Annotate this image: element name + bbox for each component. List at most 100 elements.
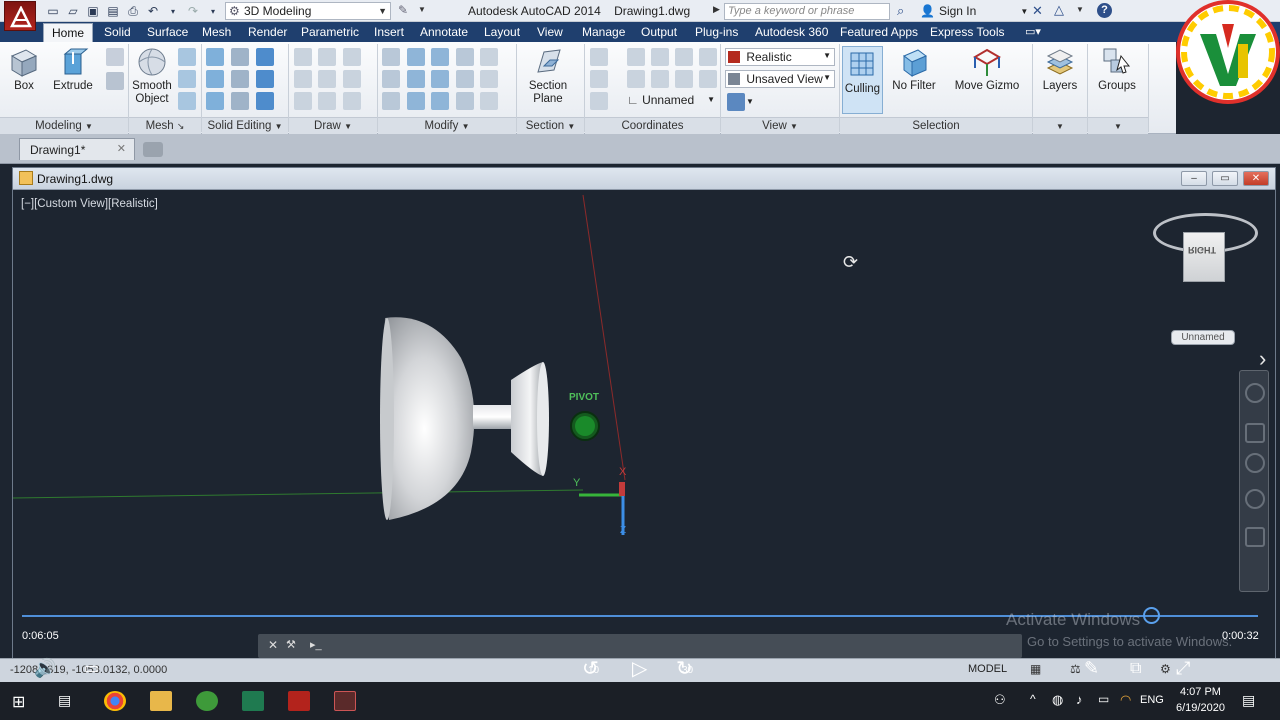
tab-output[interactable]: Output: [641, 25, 677, 39]
steering-wheel-icon[interactable]: [1245, 383, 1265, 403]
panel-title-view[interactable]: View ▼: [721, 117, 839, 134]
autocad-taskbar-icon[interactable]: [288, 691, 310, 711]
box-button[interactable]: Box: [6, 46, 42, 93]
binoculars-icon[interactable]: ⌕: [897, 3, 904, 19]
mesh-smooth-more-icon[interactable]: [178, 48, 196, 66]
tab-plug-ins[interactable]: Plug-ins: [695, 25, 738, 39]
undo-icon[interactable]: ↶: [145, 3, 161, 19]
rotate-icon[interactable]: [431, 70, 449, 88]
circle-icon[interactable]: [343, 70, 361, 88]
ucs-previous-icon[interactable]: [627, 70, 645, 88]
ucs-view-icon[interactable]: [590, 70, 608, 88]
layout-icon[interactable]: ▦: [1030, 662, 1041, 676]
gear-icon[interactable]: ⚙: [1160, 662, 1171, 676]
ucs-icon[interactable]: [590, 48, 608, 66]
video-progress-handle[interactable]: [1143, 607, 1160, 624]
visual-style-dropdown[interactable]: Realistic ▼: [725, 48, 835, 66]
culling-button[interactable]: Culling: [842, 46, 883, 114]
subtract-icon[interactable]: [206, 70, 224, 88]
extrude-faces-icon[interactable]: [256, 70, 274, 88]
match-properties-icon[interactable]: [382, 92, 400, 110]
stay-connected-icon[interactable]: △: [1054, 2, 1064, 18]
tab-home[interactable]: Home: [43, 23, 94, 42]
tab-render[interactable]: Render: [248, 25, 287, 39]
ucs-x-icon[interactable]: [651, 48, 669, 66]
line-icon[interactable]: [318, 70, 336, 88]
chevron-down-icon[interactable]: ▼: [746, 97, 754, 106]
ucs-z-icon[interactable]: [699, 48, 717, 66]
showmotion-icon[interactable]: [1245, 527, 1265, 547]
groups-button[interactable]: Groups: [1094, 46, 1140, 93]
mesh-smooth-less-icon[interactable]: [178, 70, 196, 88]
offset-icon[interactable]: [456, 70, 474, 88]
panel-title-modify[interactable]: Modify ▼: [378, 117, 516, 134]
restore-button[interactable]: ▭: [1212, 171, 1238, 186]
exchange-apps-icon[interactable]: ✕: [1032, 3, 1043, 19]
language-indicator[interactable]: ENG: [1140, 694, 1164, 706]
new-tab-button[interactable]: [143, 142, 163, 157]
viewport-config-icon[interactable]: [727, 93, 745, 111]
undo-dropdown-icon[interactable]: ▾: [165, 3, 181, 19]
ucs-world-icon[interactable]: [627, 48, 645, 66]
miniplayer-icon[interactable]: ⧉: [1130, 660, 1141, 678]
separate-icon[interactable]: [231, 70, 249, 88]
panel-title-draw[interactable]: Draw ▼: [289, 117, 377, 134]
play-icon[interactable]: ▷: [632, 656, 647, 681]
network-icon[interactable]: ◍: [1052, 692, 1063, 708]
panel-title-mesh[interactable]: Mesh ↘: [129, 117, 201, 134]
clock-time[interactable]: 4:07 PM: [1180, 686, 1221, 698]
captions-icon[interactable]: ▭: [84, 658, 99, 678]
move-icon[interactable]: [431, 48, 449, 66]
wcs-menu[interactable]: Unnamed: [1171, 330, 1235, 345]
3d-align-icon[interactable]: [407, 48, 425, 66]
speaker-icon[interactable]: ♪: [1076, 692, 1083, 707]
new-icon[interactable]: ▭: [45, 3, 61, 19]
polyline-icon[interactable]: [294, 48, 312, 66]
tab-featured-apps[interactable]: Featured Apps: [840, 25, 918, 39]
panel-title-modeling[interactable]: Modeling ▼: [0, 117, 128, 134]
customize-dropdown-icon[interactable]: ▼: [418, 5, 426, 14]
extract-edges-icon[interactable]: [256, 48, 274, 66]
tab-view[interactable]: View: [537, 25, 563, 39]
panel-title-layers[interactable]: ▼: [1033, 117, 1087, 134]
fullscreen-icon[interactable]: ⤢: [1176, 658, 1190, 679]
command-line[interactable]: ✕ ⚒ ▸_: [258, 634, 1022, 658]
pan-icon[interactable]: [1245, 423, 1265, 443]
clock-date[interactable]: 6/19/2020: [1176, 702, 1225, 714]
save-icon[interactable]: ▣: [85, 3, 101, 19]
chevron-down-icon[interactable]: ▼: [1076, 5, 1084, 14]
polygon-icon[interactable]: [294, 92, 312, 110]
explode-icon[interactable]: [480, 48, 498, 66]
tab-autodesk-360[interactable]: Autodesk 360: [755, 25, 828, 39]
tab-layout[interactable]: Layout: [484, 25, 520, 39]
close-icon[interactable]: ✕: [268, 638, 278, 652]
slice-icon[interactable]: [231, 92, 249, 110]
no-filter-button[interactable]: No Filter: [890, 46, 938, 93]
pencil-icon[interactable]: ✎: [1084, 658, 1099, 679]
chamfer-icon[interactable]: [480, 70, 498, 88]
panel-title-coordinates[interactable]: Coordinates: [585, 117, 720, 134]
presspull-icon[interactable]: [106, 48, 124, 66]
redo-icon[interactable]: ↷: [185, 3, 201, 19]
volume-icon[interactable]: 🔊: [34, 658, 56, 679]
model-space-button[interactable]: MODEL: [968, 663, 1007, 675]
3d-mirror-icon[interactable]: [407, 92, 425, 110]
ribbon-minimize-icon[interactable]: ▭▾: [1025, 25, 1041, 38]
ucs-origin-icon[interactable]: [651, 70, 669, 88]
chevron-up-icon[interactable]: ^: [1030, 692, 1036, 706]
rectangle-icon[interactable]: [318, 92, 336, 110]
tab-annotate[interactable]: Annotate: [420, 25, 468, 39]
smooth-object-button[interactable]: Smooth Object: [131, 46, 173, 106]
people-icon[interactable]: ⚇: [994, 692, 1006, 708]
tab-mesh[interactable]: Mesh: [202, 25, 231, 39]
layers-button[interactable]: Layers: [1038, 46, 1082, 93]
solid-history-icon[interactable]: [231, 48, 249, 66]
chrome-icon[interactable]: [104, 691, 126, 711]
move-gizmo-button[interactable]: Move Gizmo: [952, 46, 1022, 93]
ucs-face-icon[interactable]: [590, 92, 608, 110]
spline-icon[interactable]: [294, 70, 312, 88]
tab-express-tools[interactable]: Express Tools: [930, 25, 1004, 39]
polysolid-icon[interactable]: [106, 72, 124, 90]
panel-title-section[interactable]: Section ▼: [517, 117, 584, 134]
tab-solid[interactable]: Solid: [104, 25, 131, 39]
